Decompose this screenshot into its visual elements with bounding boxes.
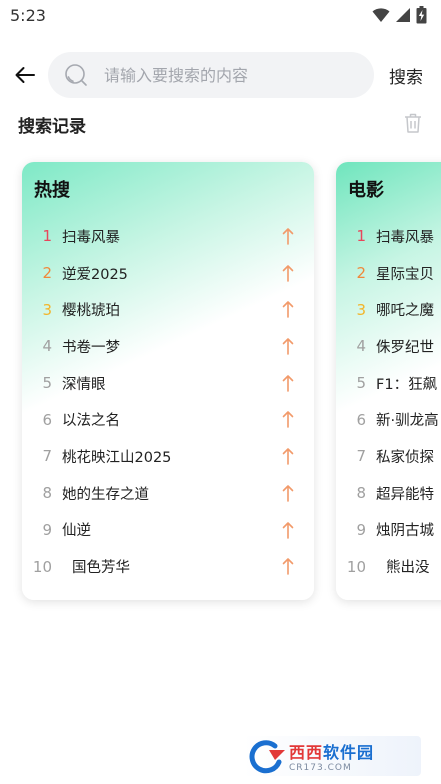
- wifi-icon: [372, 8, 390, 22]
- rank-item[interactable]: 8 她的生存之道: [22, 475, 314, 512]
- rank-title: 超异能特: [376, 486, 434, 503]
- rank-title: 熊出没: [386, 560, 430, 577]
- rank-item[interactable]: 6 新·驯龙高: [336, 401, 441, 438]
- rank-number: 10: [32, 557, 52, 576]
- rank-title: 她的生存之道: [62, 486, 149, 503]
- rank-title: 国色芳华: [72, 560, 130, 577]
- rank-title: 扫毒风暴: [62, 229, 120, 246]
- rank-title: 深情眼: [62, 376, 106, 393]
- rank-title: 樱桃琥珀: [62, 303, 120, 320]
- rank-number: 5: [356, 374, 366, 393]
- rank-list: 1 扫毒风暴 2 逆爱2025 3 樱桃琥珀 4 书卷一梦 5 深情眼 6 以法之名 7 桃花映江山202…: [22, 218, 314, 585]
- trend-up-icon: [282, 338, 294, 355]
- rank-number: 7: [356, 447, 366, 466]
- back-button[interactable]: [12, 62, 38, 88]
- signal-icon: [396, 8, 410, 22]
- trend-up-icon: [282, 264, 294, 282]
- search-input[interactable]: [104, 65, 354, 85]
- movie-card: 电影 1 扫毒风暴 2 星际宝贝 3 哪吒之魔 4 侏罗纪世 5 F1：狂飙 6 新·驯龙高 7 私家侦探…: [336, 162, 441, 600]
- card-title: 电影: [348, 180, 384, 201]
- watermark-name: 西西软件园: [289, 739, 374, 763]
- search-history-title: 搜索记录: [18, 117, 86, 137]
- rank-item[interactable]: 10 熊出没: [336, 548, 441, 585]
- rank-number: 2: [42, 264, 52, 283]
- status-time: 5:23: [10, 6, 46, 25]
- hot-search-card: 热搜 1 扫毒风暴 2 逆爱2025 3 樱桃琥珀 4 书卷一梦 5 深情眼 6 以法之名 7 桃花映江山…: [22, 162, 314, 600]
- rank-title: 以法之名: [62, 413, 120, 430]
- watermark-texts: 西西软件园 CR173.COM: [289, 739, 374, 773]
- rank-title: 逆爱2025: [62, 266, 128, 283]
- search-button[interactable]: 搜索: [389, 63, 423, 88]
- rank-title: 侏罗纪世: [376, 339, 434, 356]
- trend-up-icon: [282, 558, 294, 575]
- search-box[interactable]: [48, 52, 374, 98]
- watermark-logo: 西西软件园 CR173.COM: [243, 736, 421, 776]
- status-bar: 5:23: [0, 0, 441, 34]
- cr173-logo-icon: [249, 740, 285, 774]
- back-arrow-icon: [15, 67, 35, 83]
- rank-title: 仙逆: [62, 523, 91, 540]
- rank-item[interactable]: 2 星际宝贝: [336, 255, 441, 292]
- rank-title: 哪吒之魔: [376, 303, 434, 320]
- search-icon: [65, 64, 87, 86]
- rank-number: 8: [356, 484, 366, 503]
- watermark-name-part2: 软件园: [323, 743, 375, 762]
- rank-item[interactable]: 9 仙逆: [22, 512, 314, 549]
- rank-number: 9: [42, 520, 52, 539]
- rank-title: 烛阴古城: [376, 523, 434, 540]
- trend-up-icon: [282, 411, 294, 429]
- rank-number: 1: [42, 227, 52, 246]
- watermark-name-part1: 西西: [289, 743, 324, 762]
- rank-item[interactable]: 8 超异能特: [336, 475, 441, 512]
- rank-number: 1: [356, 227, 366, 246]
- rank-item[interactable]: 7 桃花映江山2025: [22, 438, 314, 475]
- rank-item[interactable]: 4 侏罗纪世: [336, 328, 441, 365]
- rank-number: 3: [356, 300, 366, 319]
- rank-number: 6: [42, 410, 52, 429]
- rank-number: 8: [42, 484, 52, 503]
- rank-list: 1 扫毒风暴 2 星际宝贝 3 哪吒之魔 4 侏罗纪世 5 F1：狂飙 6 新·驯龙高 7 私家侦探 8 超异…: [336, 218, 441, 585]
- rank-number: 4: [42, 337, 52, 356]
- rank-item[interactable]: 6 以法之名: [22, 401, 314, 438]
- rank-item[interactable]: 10 国色芳华: [22, 548, 314, 585]
- rank-item[interactable]: 5 F1：狂飙: [336, 365, 441, 402]
- rank-title: F1：狂飙: [376, 376, 438, 393]
- rank-number: 10: [346, 557, 366, 576]
- rank-title: 新·驯龙高: [376, 413, 439, 430]
- rank-number: 7: [42, 447, 52, 466]
- rank-title: 书卷一梦: [62, 339, 120, 356]
- rank-item[interactable]: 5 深情眼: [22, 365, 314, 402]
- ranking-carousel[interactable]: 热搜 1 扫毒风暴 2 逆爱2025 3 樱桃琥珀 4 书卷一梦 5 深情眼 6 以法之名 7 桃花映江山…: [0, 150, 441, 620]
- search-bar: 搜索: [0, 50, 441, 100]
- trend-up-icon: [282, 521, 294, 539]
- rank-item[interactable]: 7 私家侦探: [336, 438, 441, 475]
- rank-item[interactable]: 1 扫毒风暴: [22, 218, 314, 255]
- rank-item[interactable]: 3 哪吒之魔: [336, 291, 441, 328]
- rank-number: 2: [356, 264, 366, 283]
- rank-number: 3: [42, 300, 52, 319]
- trend-up-icon: [282, 485, 294, 502]
- trend-up-icon: [282, 374, 294, 392]
- rank-item[interactable]: 1 扫毒风暴: [336, 218, 441, 255]
- trend-up-icon: [282, 228, 294, 245]
- rank-item[interactable]: 4 书卷一梦: [22, 328, 314, 365]
- rank-item[interactable]: 9 烛阴古城: [336, 512, 441, 549]
- status-icons: [372, 6, 427, 24]
- rank-number: 4: [356, 337, 366, 356]
- delete-history-icon[interactable]: [402, 112, 424, 134]
- trend-up-icon: [282, 301, 294, 319]
- rank-title: 私家侦探: [376, 449, 434, 466]
- rank-item[interactable]: 2 逆爱2025: [22, 255, 314, 292]
- rank-title: 星际宝贝: [376, 266, 434, 283]
- trend-up-icon: [282, 448, 294, 465]
- rank-item[interactable]: 3 樱桃琥珀: [22, 291, 314, 328]
- rank-number: 5: [42, 374, 52, 393]
- rank-title: 扫毒风暴: [376, 229, 434, 246]
- watermark-url: CR173.COM: [289, 763, 352, 773]
- rank-number: 6: [356, 410, 366, 429]
- rank-number: 9: [356, 520, 366, 539]
- rank-title: 桃花映江山2025: [62, 449, 172, 466]
- battery-charging-icon: [416, 6, 427, 24]
- card-title: 热搜: [34, 180, 70, 201]
